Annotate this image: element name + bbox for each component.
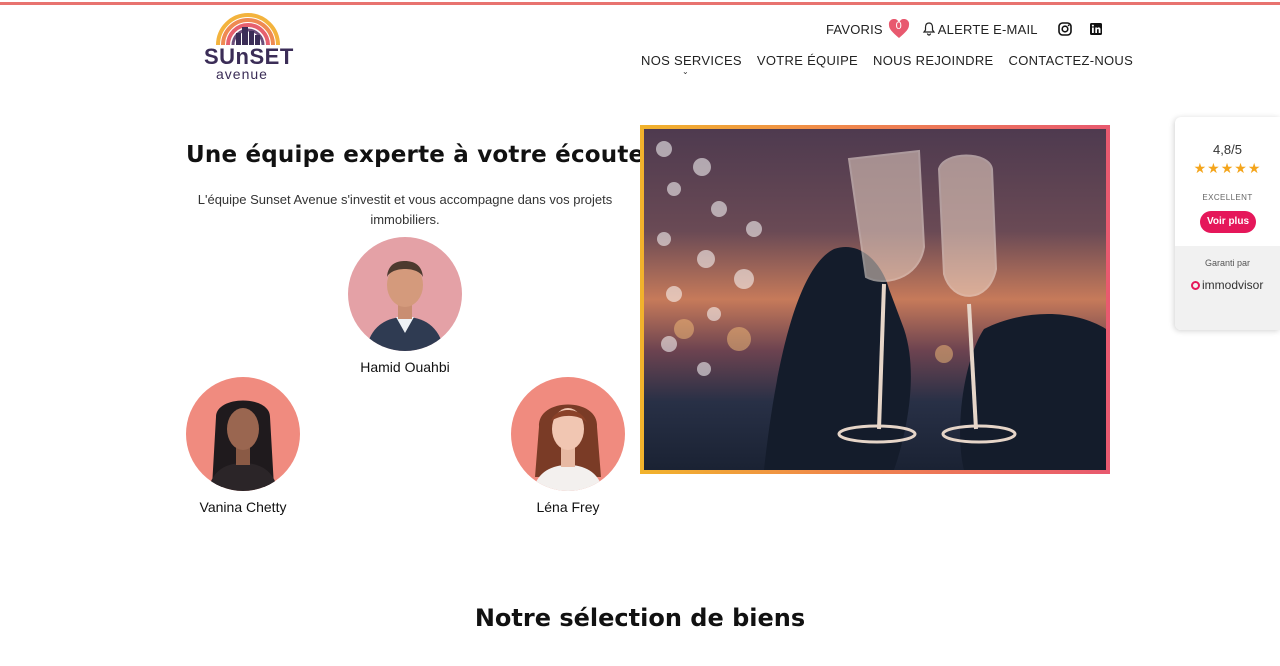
member-name: Léna Frey	[536, 499, 600, 515]
site-header: SUnSET avenue FAVORIS 0 ALERTE E-MAIL NO…	[0, 5, 1280, 89]
team-member-card[interactable]: Hamid Ouahbi	[325, 237, 485, 375]
favoris-link[interactable]: FAVORIS	[826, 22, 883, 37]
rating-footer: Garanti par immodvisor	[1175, 246, 1280, 330]
nav-label: CONTACTEZ-NOUS	[1008, 53, 1134, 68]
favorites-heart-icon[interactable]: 0	[888, 19, 910, 39]
member-name: Vanina Chetty	[199, 499, 287, 515]
site-logo[interactable]: SUnSET avenue	[198, 11, 298, 83]
hero-description: L'équipe Sunset Avenue s'investit et vou…	[197, 192, 613, 227]
rating-label: EXCELLENT	[1202, 193, 1253, 202]
nav-nos-services[interactable]: NOS SERVICES ⌄	[641, 53, 742, 76]
hero-image-frame	[640, 125, 1110, 474]
immodvisor-logo-icon	[1191, 280, 1200, 290]
member-photo	[511, 377, 625, 491]
champagne-toast-image	[644, 129, 1106, 470]
immodvisor-brand[interactable]: immodvisor	[1191, 278, 1263, 292]
utility-bar: FAVORIS 0 ALERTE E-MAIL	[826, 19, 1120, 39]
brand-name: immodvisor	[1202, 278, 1264, 292]
bell-icon[interactable]	[922, 22, 936, 36]
nav-label: NOUS REJOINDRE	[873, 53, 994, 68]
rating-widget: 4,8/5 ★★★★★ EXCELLENT Voir plus Garanti …	[1175, 117, 1280, 330]
hero-title: Une équipe experte à votre écoute	[186, 142, 645, 168]
nav-label: NOS SERVICES	[641, 53, 742, 68]
chevron-down-icon: ⌄	[682, 67, 690, 76]
selection-title: Notre sélection de biens	[474, 604, 806, 632]
member-name: Hamid Ouahbi	[360, 359, 450, 375]
logo-subtitle: avenue	[216, 66, 268, 82]
nav-votre-equipe[interactable]: VOTRE ÉQUIPE	[757, 53, 858, 68]
rating-stars: ★★★★★	[1193, 161, 1262, 177]
main-nav: NOS SERVICES ⌄ VOTRE ÉQUIPE NOUS REJOIND…	[641, 53, 1134, 76]
team-member-card[interactable]: Léna Frey	[488, 377, 648, 515]
rating-score: 4,8/5	[1213, 142, 1242, 157]
email-alert-link[interactable]: ALERTE E-MAIL	[938, 22, 1038, 37]
member-photo	[186, 377, 300, 491]
voir-plus-button[interactable]: Voir plus	[1200, 211, 1256, 233]
nav-contactez-nous[interactable]: CONTACTEZ-NOUS	[1009, 53, 1134, 68]
instagram-icon[interactable]	[1057, 22, 1072, 36]
nav-label: VOTRE ÉQUIPE	[756, 53, 859, 68]
guarantee-text: Garanti par	[1204, 258, 1251, 268]
nav-nous-rejoindre[interactable]: NOUS REJOINDRE	[873, 53, 994, 68]
linkedin-icon[interactable]	[1089, 22, 1103, 36]
favorites-count: 0	[895, 20, 902, 32]
member-photo	[348, 237, 462, 351]
team-member-card[interactable]: Vanina Chetty	[163, 377, 323, 515]
